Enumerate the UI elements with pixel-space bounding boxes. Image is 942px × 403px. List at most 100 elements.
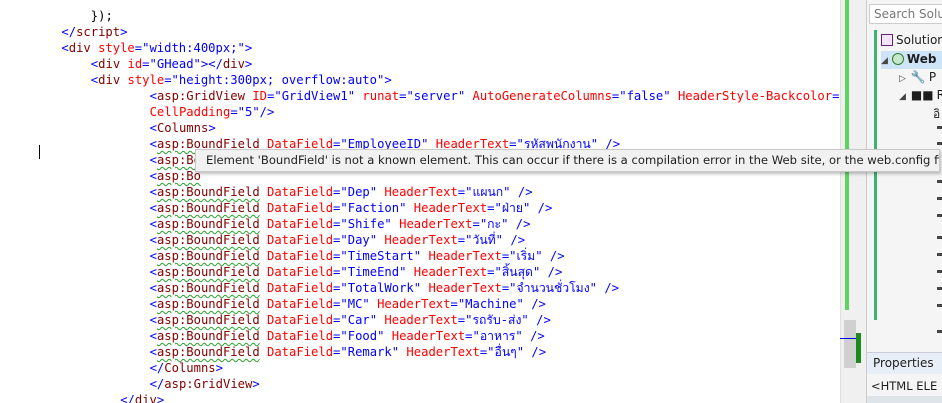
- code-token: "server": [406, 89, 466, 103]
- code-line[interactable]: <asp:BoundField DataField="Dep" HeaderTe…: [150, 184, 533, 200]
- code-token: "กะ": [479, 217, 509, 231]
- code-token: "แผนก": [465, 185, 511, 199]
- code-line[interactable]: <asp:BoundField DataField = "Faction" Head…: [150, 200, 553, 216]
- code-line[interactable]: <asp:BoundField DataField="Day" HeaderTe…: [150, 232, 525, 248]
- code-token: >: [208, 121, 216, 135]
- code-token: asp:BoundField: [156, 217, 260, 231]
- code-token: <: [149, 265, 157, 279]
- code-token: ></: [200, 57, 223, 71]
- code-token: >: [244, 57, 253, 71]
- tree-item-references[interactable]: ◢ ■■ R: [899, 87, 942, 105]
- code-token: =: [164, 73, 172, 87]
- code-token: div: [134, 393, 157, 403]
- code-line[interactable]: <div style="width:400px;">: [61, 40, 252, 56]
- solution-search-input[interactable]: Search Soluti: [869, 4, 942, 24]
- code-token: asp:BoundField: [156, 249, 260, 263]
- code-line[interactable]: <asp:BoundField DataField = "TimeEnd" Head…: [150, 264, 563, 280]
- code-line[interactable]: </script>: [61, 24, 127, 40]
- code-editor[interactable]: }); </script> <div style="width:400px;"> <d…: [0, 0, 840, 403]
- error-tooltip: Element 'BoundField' is not a known elem…: [195, 149, 940, 172]
- code-token: >: [120, 25, 128, 39]
- code-token: style: [90, 41, 135, 55]
- code-token: HeaderText: [421, 281, 502, 295]
- code-line[interactable]: </asp:GridView>: [150, 376, 260, 392]
- code-token: HeaderText: [406, 265, 488, 279]
- tree-label-r: R: [936, 88, 942, 102]
- code-line[interactable]: <asp:Bo: [150, 152, 201, 168]
- tree-item-properties[interactable]: ▷ 🔧 P: [899, 69, 936, 87]
- code-token: asp:BoundField: [156, 201, 260, 215]
- code-token: Columns: [156, 121, 209, 135]
- properties-selected-object[interactable]: <HTML ELE: [871, 377, 942, 395]
- tree-item-project[interactable]: ◢ Web: [881, 51, 942, 69]
- code-line[interactable]: </Columns>: [150, 360, 223, 376]
- code-token: DataField: [259, 345, 334, 359]
- code-token: "GHead": [149, 57, 201, 71]
- code-token: =: [142, 57, 150, 71]
- code-token: <: [149, 121, 157, 135]
- code-line[interactable]: </div>: [120, 392, 164, 403]
- code-token: asp:BoundField: [156, 265, 260, 279]
- code-line[interactable]: });: [91, 8, 113, 24]
- code-token: HeaderText: [384, 329, 466, 343]
- code-line[interactable]: <asp:BoundField DataField="Remark" Heade…: [150, 344, 546, 360]
- reference-item[interactable]: [937, 304, 942, 307]
- code-token: </: [120, 393, 135, 403]
- code-line[interactable]: <asp:Bo: [150, 168, 201, 184]
- reference-item[interactable]: [937, 253, 942, 256]
- code-token: DataField: [259, 249, 334, 263]
- reference-item[interactable]: [937, 126, 942, 129]
- scrollbar-thumb[interactable]: [844, 320, 856, 368]
- code-token: />: [522, 329, 545, 343]
- reference-item[interactable]: [937, 270, 942, 273]
- reference-item[interactable]: [937, 197, 942, 200]
- code-token: <: [149, 281, 157, 295]
- code-token: HeaderText: [369, 297, 451, 311]
- code-token: >: [156, 393, 165, 403]
- code-line[interactable]: <asp:BoundField DataField = "Shife" Header…: [150, 216, 531, 232]
- solution-icon: [881, 34, 893, 46]
- code-line[interactable]: <asp:BoundField DataField="Car" HeaderTe…: [150, 312, 551, 328]
- code-token: div: [222, 57, 245, 71]
- code-line[interactable]: <asp:BoundField DataField = "MC" HeaderTex…: [150, 296, 546, 312]
- code-token: =: [450, 297, 458, 311]
- code-token: ID: [245, 89, 268, 103]
- properties-panel-header: Properties: [867, 352, 942, 374]
- code-token: "MC": [340, 297, 370, 311]
- reference-item[interactable]: [937, 214, 942, 217]
- reference-item[interactable]: [937, 330, 942, 333]
- code-token: "อื่นๆ": [487, 345, 525, 359]
- code-token: />: [542, 249, 565, 263]
- text-caret: [39, 145, 40, 159]
- code-token: "รถรับ-ส่ง": [465, 313, 529, 327]
- code-token: asp:BoundField: [156, 329, 260, 343]
- code-token: HeaderText: [391, 217, 473, 231]
- code-token: <: [149, 217, 157, 231]
- code-token: =: [472, 217, 480, 231]
- tree-item-thai[interactable]: อิ: [933, 106, 940, 122]
- code-line[interactable]: <asp:GridView ID="GridView1" runat="serv…: [150, 88, 840, 104]
- reference-item[interactable]: [937, 287, 942, 290]
- code-line[interactable]: <asp:BoundField DataField="TimeStart" He…: [150, 248, 565, 264]
- code-token: "สิ้นสุด": [494, 265, 541, 279]
- code-line[interactable]: CellPadding="5"/>: [150, 104, 275, 120]
- code-line[interactable]: <div style="height:300px; overflow:auto"…: [91, 72, 392, 88]
- tree-label-thai: อิ: [933, 107, 941, 121]
- code-token: HeaderText: [399, 345, 480, 359]
- code-token: "Food": [340, 329, 385, 343]
- code-line[interactable]: <asp:BoundField DataField="TotalWork" He…: [150, 280, 619, 296]
- reference-item[interactable]: [937, 142, 942, 145]
- code-line[interactable]: <div id="GHead"></div>: [91, 56, 252, 72]
- code-line[interactable]: <Columns>: [150, 120, 216, 136]
- expand-arrow-icon: ◢: [899, 92, 906, 102]
- reference-item[interactable]: [937, 236, 942, 239]
- code-line[interactable]: <asp:BoundField DataField="Food" HeaderT…: [150, 328, 545, 344]
- properties-toolbar: [867, 396, 942, 403]
- tree-item-solution[interactable]: Solution: [881, 32, 942, 48]
- code-token: />: [596, 281, 619, 295]
- code-token: "วันที่": [465, 233, 504, 247]
- code-token: asp:BoundField: [156, 345, 260, 359]
- code-token: "Dep": [340, 185, 378, 199]
- reference-item[interactable]: [937, 180, 942, 183]
- code-token: "Remark": [340, 345, 400, 359]
